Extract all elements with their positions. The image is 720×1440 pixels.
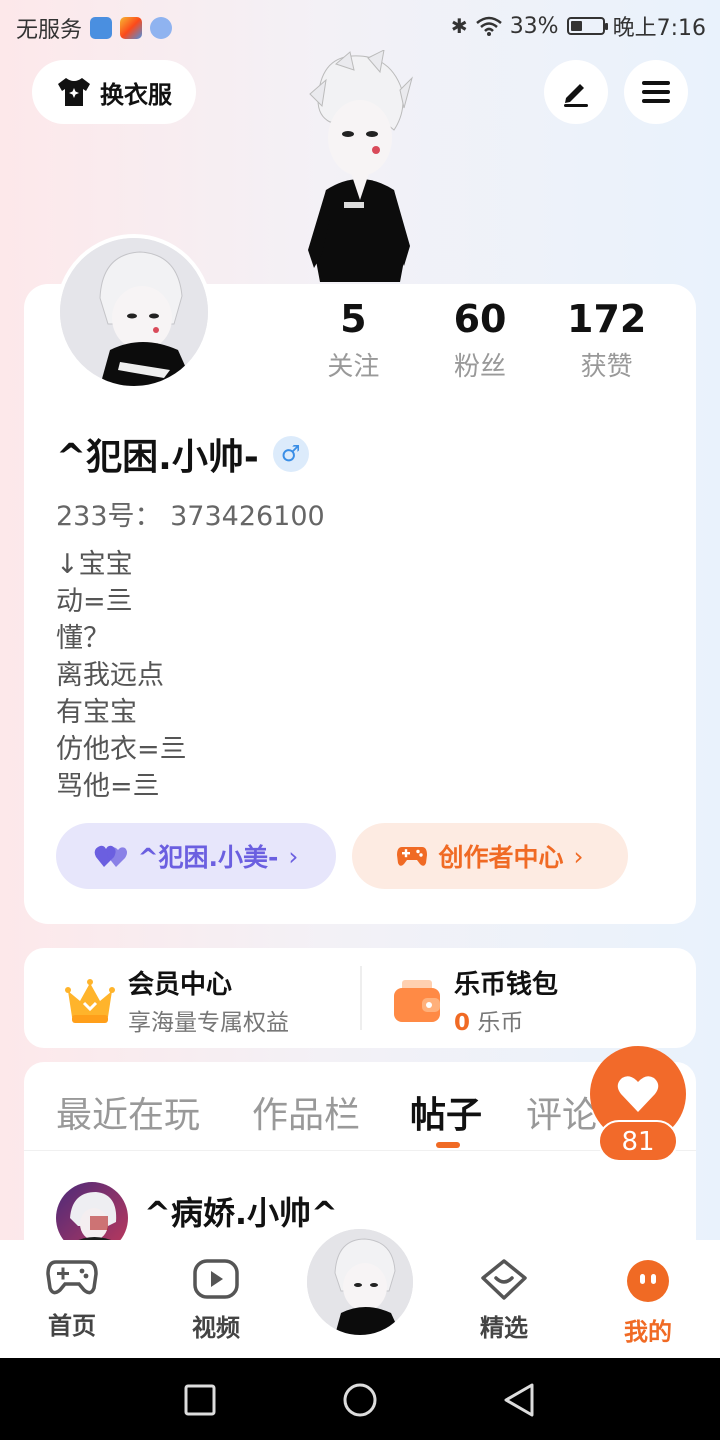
crown-icon — [65, 978, 115, 1023]
clock: 晚上7:16 — [612, 16, 706, 41]
bio: ↓宝宝 动=亖 懂？ 离我远点 有宝宝 仿他衣=亖 骂他=亖 — [56, 546, 187, 805]
bottom-nav: 首页 视频 精选 我的 — [0, 1214, 720, 1358]
stat-following-label: 关注 — [327, 352, 380, 382]
profile-avatar[interactable] — [56, 234, 212, 390]
stat-followers-label: 粉丝 — [454, 352, 507, 382]
member-center-subtitle: 享海量专属权益 — [128, 1010, 289, 1036]
pen-icon — [564, 84, 588, 107]
chevron-right-icon: › — [573, 841, 584, 871]
partner-label: ^犯困.小美- — [137, 843, 279, 872]
stat-followers[interactable]: 60 粉丝 — [417, 296, 544, 383]
tab-works[interactable]: 作品栏 — [252, 1086, 360, 1138]
back-icon[interactable] — [500, 1380, 540, 1420]
bio-line: 仿他衣=亖 — [56, 734, 187, 765]
gamepad-icon — [397, 847, 428, 866]
male-gender-icon: ♂ — [272, 436, 309, 472]
nav-video[interactable]: 视频 — [166, 1258, 266, 1343]
stat-followers-value: 60 — [453, 297, 507, 341]
wallet-icon — [394, 979, 440, 1022]
avatar-figure[interactable] — [290, 49, 430, 285]
wallet-unit: 乐币 — [477, 1010, 524, 1036]
home-icon[interactable] — [340, 1380, 380, 1420]
bio-line: ↓宝宝 — [56, 549, 133, 580]
battery-fill — [570, 21, 582, 31]
stat-following[interactable]: 5 关注 — [290, 296, 417, 383]
profile-stats: 5 关注 60 粉丝 172 获赞 — [290, 296, 670, 383]
profile-avatar-illustration — [60, 238, 208, 386]
carrier-text: 无服务 — [16, 18, 83, 43]
active-tab-indicator — [436, 1142, 460, 1148]
shield-app-icon — [90, 17, 113, 39]
menu-button[interactable] — [624, 60, 688, 124]
nav-me-label: 我的 — [624, 1318, 672, 1346]
music-app-icon — [150, 17, 173, 39]
nav-featured-label: 精选 — [480, 1314, 528, 1342]
member-wallet-card: 会员中心 享海量专属权益 乐币钱包 0 乐币 — [24, 948, 696, 1048]
username-row: ^犯困.小帅- ♂ — [56, 428, 309, 480]
tab-posts[interactable]: 帖子 — [410, 1086, 482, 1138]
wifi-icon — [475, 16, 502, 36]
battery-icon — [566, 17, 608, 35]
smile-face-icon — [627, 1260, 669, 1302]
bluetooth-icon: ✱ — [450, 14, 468, 38]
divider — [24, 1150, 696, 1151]
member-center[interactable]: 会员中心 享海量专属权益 — [64, 964, 289, 1037]
nav-home-label: 首页 — [48, 1312, 96, 1340]
divider — [360, 966, 362, 1030]
partner-button[interactable]: ^犯困.小美- › — [56, 823, 336, 889]
heart-box-icon — [481, 1259, 527, 1300]
bio-line: 有宝宝 — [56, 697, 137, 728]
member-center-title: 会员中心 — [128, 970, 233, 1000]
like-count-badge: 81 — [598, 1120, 678, 1162]
bio-line: 离我远点 — [56, 660, 164, 691]
creator-center-button[interactable]: 创作者中心 › — [352, 823, 628, 889]
nav-featured[interactable]: 精选 — [454, 1258, 554, 1343]
chevron-right-icon: › — [288, 841, 299, 871]
user-id[interactable]: 233号： 373426100 — [56, 494, 325, 533]
double-heart-icon — [94, 845, 127, 867]
change-outfit-button[interactable]: 换衣服 — [32, 60, 196, 124]
stat-following-value: 5 — [340, 297, 367, 341]
nav-avatar-illustration — [307, 1229, 413, 1335]
gamepad-icon — [46, 1260, 98, 1295]
coin-wallet[interactable]: 乐币钱包 0 乐币 — [392, 964, 558, 1037]
wallet-balance: 0 乐币 — [454, 1003, 558, 1037]
heart-icon — [617, 1076, 659, 1112]
gallery-app-icon — [120, 17, 143, 39]
avatar-figure-illustration — [308, 49, 413, 282]
status-bar: 无服务 ✱ 33% 晚上7:16 — [0, 0, 720, 52]
system-nav-bar — [0, 1358, 720, 1440]
edit-profile-button[interactable] — [544, 60, 608, 124]
recents-icon[interactable] — [180, 1380, 220, 1420]
nav-video-label: 视频 — [192, 1314, 240, 1342]
wallet-amount: 0 — [454, 1010, 471, 1036]
nav-home[interactable]: 首页 — [22, 1258, 122, 1341]
nav-me[interactable]: 我的 — [598, 1258, 698, 1347]
play-icon — [193, 1259, 239, 1299]
username: ^犯困.小帅- — [56, 437, 259, 478]
bio-line: 懂？ — [56, 623, 110, 654]
creator-center-label: 创作者中心 — [438, 843, 564, 872]
post-author-name[interactable]: ^病娇.小帅^ — [144, 1188, 338, 1234]
nav-center-avatar[interactable] — [304, 1226, 416, 1338]
menu-icon — [642, 81, 670, 103]
bio-line: 骂他=亖 — [56, 771, 160, 802]
shirt-icon — [58, 78, 90, 106]
change-outfit-label: 换衣服 — [100, 80, 172, 109]
stat-likes[interactable]: 172 获赞 — [543, 296, 670, 383]
battery-percent: 33% — [509, 13, 559, 39]
wallet-title: 乐币钱包 — [454, 970, 559, 1000]
tab-recently-played[interactable]: 最近在玩 — [56, 1086, 200, 1138]
tab-comments[interactable]: 评论 — [526, 1086, 598, 1138]
bio-line: 动=亖 — [56, 586, 133, 617]
stat-likes-value: 172 — [567, 297, 647, 341]
stat-likes-label: 获赞 — [580, 352, 633, 382]
